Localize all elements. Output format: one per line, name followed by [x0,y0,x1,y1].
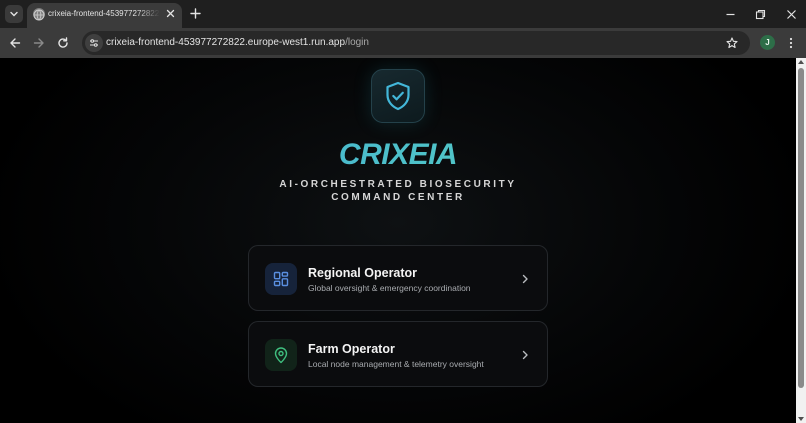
dashboard-grid-icon [265,263,297,295]
farm-operator-card[interactable]: Farm Operator Local node management & te… [248,321,548,387]
app-logo [371,69,425,123]
tagline-line-2: COMMAND CENTER [331,192,465,203]
brand-title: CRIXEIA [0,138,796,172]
page-scrollbar[interactable] [796,58,806,423]
tagline-line-1: AI-ORCHESTRATED BIOSECURITY [279,179,517,190]
browser-toolbar: crixeia-frontend-453977272822.europe-wes… [0,28,806,58]
more-vertical-icon [789,37,793,49]
forward-button[interactable] [31,35,47,51]
tab-title: crixeia-frontend-453977272822.europe-wes… [48,9,160,18]
minimize-icon [726,13,734,15]
scroll-up-arrow-icon[interactable] [798,60,804,64]
card-subtitle: Global oversight & emergency coordinatio… [308,283,471,293]
address-bar[interactable]: crixeia-frontend-453977272822.europe-wes… [82,31,750,55]
reload-icon [58,37,68,48]
minimize-button[interactable] [723,7,737,21]
tab-close-button[interactable] [164,7,176,19]
url-text[interactable]: crixeia-frontend-453977272822.europe-wes… [106,37,369,48]
card-subtitle: Local node management & telemetry oversi… [308,359,484,369]
url-path: /login [345,37,369,48]
login-page: CRIXEIA AI-ORCHESTRATED BIOSECURITY COMM… [0,58,796,423]
chevron-right-icon [519,349,531,361]
card-title: Regional Operator [308,266,418,280]
restore-icon [755,9,765,19]
restore-button[interactable] [753,7,767,21]
regional-operator-card[interactable]: Regional Operator Global oversight & eme… [248,245,548,311]
tune-icon [90,39,98,47]
chevron-down-icon [10,11,18,17]
back-button[interactable] [7,35,23,51]
close-icon [786,9,796,19]
shield-check-icon [386,81,410,111]
scrollbar-thumb[interactable] [798,68,804,388]
browser-titlebar: crixeia-frontend-453977272822.europe-wes… [0,0,806,28]
tab-search-button[interactable] [5,5,23,23]
card-title: Farm Operator [308,342,395,356]
star-icon [726,37,738,49]
close-icon [166,9,174,17]
bookmark-button[interactable] [725,36,739,50]
browser-tab[interactable]: crixeia-frontend-453977272822.europe-wes… [27,3,182,28]
arrow-left-icon [10,38,21,48]
browser-menu-button[interactable] [784,35,798,51]
site-info-button[interactable] [85,34,103,52]
reload-button[interactable] [55,35,71,51]
globe-icon [33,8,45,21]
url-host: crixeia-frontend-453977272822.europe-wes… [106,37,346,48]
scroll-down-arrow-icon[interactable] [798,417,804,421]
tagline: AI-ORCHESTRATED BIOSECURITY COMMAND CENT… [248,178,548,204]
chevron-right-icon [519,273,531,285]
plus-icon [189,7,201,19]
window-close-button[interactable] [784,7,798,21]
map-pin-icon [265,339,297,371]
new-tab-button[interactable] [188,6,202,20]
profile-avatar[interactable]: J [760,35,775,50]
arrow-right-icon [33,38,44,48]
